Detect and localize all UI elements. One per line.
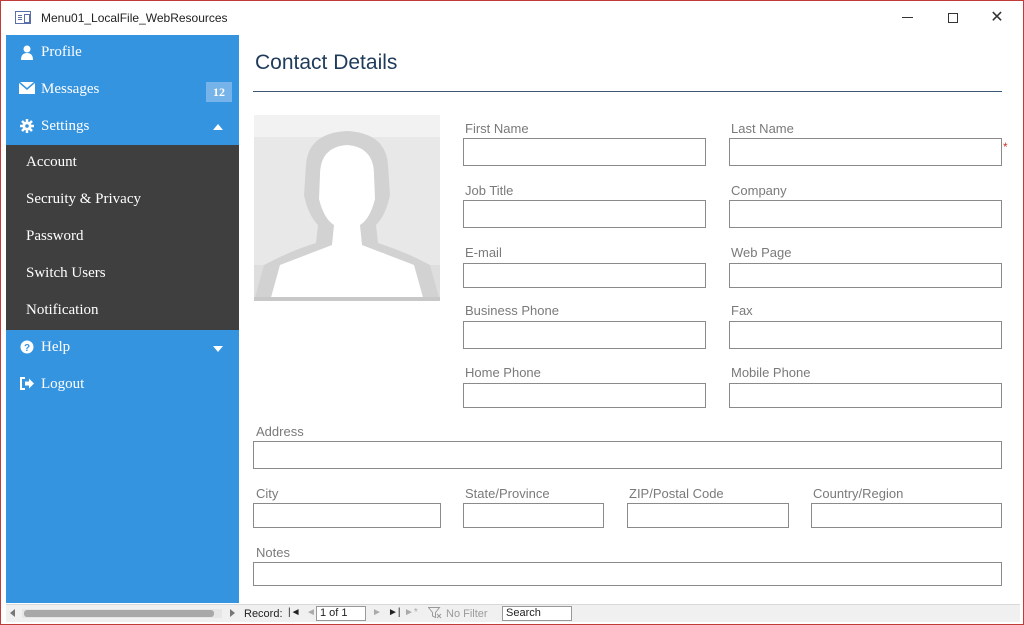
form-app-icon	[15, 11, 31, 24]
mobile-phone-field[interactable]	[729, 383, 1002, 408]
business-phone-label: Business Phone	[465, 303, 559, 318]
state-label: State/Province	[465, 486, 550, 501]
sidebar-item-profile[interactable]: Profile	[6, 35, 239, 72]
app-window: Menu01_LocalFile_WebResources ✕ Profile …	[0, 0, 1024, 625]
minimize-icon	[901, 17, 913, 19]
submenu-item-label: Switch Users	[26, 265, 106, 281]
sidebar-menu: Profile Messages 12 Settings Account Sec…	[6, 35, 239, 603]
last-name-field[interactable]	[729, 138, 1002, 166]
web-page-field[interactable]	[729, 263, 1002, 288]
sidebar-item-label: Help	[41, 339, 71, 355]
required-indicator: *	[1003, 140, 1008, 154]
address-field[interactable]	[253, 441, 1002, 469]
contact-photo[interactable]	[254, 115, 440, 301]
no-filter-label[interactable]: No Filter	[446, 608, 488, 620]
first-name-label: First Name	[465, 121, 529, 136]
page-title: Contact Details	[255, 51, 398, 74]
email-label: E-mail	[465, 245, 502, 260]
submenu-item-notification[interactable]: Notification	[6, 293, 239, 330]
zip-field[interactable]	[627, 503, 789, 528]
country-field[interactable]	[811, 503, 1002, 528]
scroll-right-arrow-icon[interactable]	[230, 609, 235, 617]
home-phone-label: Home Phone	[465, 365, 541, 380]
submenu-item-label: Password	[26, 228, 84, 244]
submenu-item-security-privacy[interactable]: Secruity & Privacy	[6, 182, 239, 219]
chevron-down-icon	[213, 346, 223, 352]
business-phone-field[interactable]	[463, 321, 706, 349]
city-field[interactable]	[253, 503, 441, 528]
window-title: Menu01_LocalFile_WebResources	[41, 11, 228, 25]
question-icon: ?	[19, 340, 35, 356]
sidebar-item-settings[interactable]: Settings	[6, 109, 239, 146]
company-label: Company	[731, 183, 787, 198]
notes-label: Notes	[256, 545, 290, 560]
email-field[interactable]	[463, 263, 706, 288]
filter-icon[interactable]	[427, 607, 442, 619]
person-placeholder-image	[254, 115, 440, 301]
sidebar-item-label: Profile	[41, 44, 82, 60]
submenu-item-switch-users[interactable]: Switch Users	[6, 256, 239, 293]
sidebar-item-label: Settings	[41, 118, 90, 134]
first-name-field[interactable]	[463, 138, 706, 166]
fax-field[interactable]	[729, 321, 1002, 349]
close-button[interactable]: ✕	[975, 5, 1019, 31]
company-field[interactable]	[729, 200, 1002, 228]
search-input[interactable]: Search	[502, 606, 572, 621]
mobile-phone-label: Mobile Phone	[731, 365, 811, 380]
sidebar-item-logout[interactable]: Logout	[6, 367, 239, 404]
maximize-icon	[948, 12, 958, 23]
zip-label: ZIP/Postal Code	[629, 486, 724, 501]
last-record-icon[interactable]: ►|	[388, 607, 401, 618]
title-divider	[253, 91, 1002, 92]
notes-field[interactable]	[253, 562, 1002, 586]
svg-text:?: ?	[24, 343, 30, 354]
sign-out-icon	[19, 377, 35, 393]
sidebar-item-messages[interactable]: Messages 12	[6, 72, 239, 109]
submenu-item-password[interactable]: Password	[6, 219, 239, 256]
home-phone-field[interactable]	[463, 383, 706, 408]
user-icon	[19, 45, 35, 61]
web-page-label: Web Page	[731, 245, 792, 260]
submenu-item-account[interactable]: Account	[6, 145, 239, 182]
maximize-button[interactable]	[931, 5, 975, 31]
title-bar: Menu01_LocalFile_WebResources ✕	[1, 1, 1023, 35]
minimize-button[interactable]	[885, 5, 929, 31]
job-title-field[interactable]	[463, 200, 706, 228]
scroll-left-arrow-icon[interactable]	[10, 609, 15, 617]
chevron-up-icon	[213, 124, 223, 130]
country-label: Country/Region	[813, 486, 904, 501]
sidebar-item-help[interactable]: ? Help	[6, 330, 239, 367]
messages-count-badge: 12	[206, 82, 232, 102]
sidebar-item-label: Logout	[41, 376, 85, 392]
address-label: Address	[256, 424, 304, 439]
record-navigation-bar: Record: |◄ ◄ 1 of 1 ► ►| ►* No Filter Se…	[6, 604, 1020, 622]
job-title-label: Job Title	[465, 183, 514, 198]
submenu-item-label: Notification	[26, 302, 99, 318]
sidebar-item-label: Messages	[41, 81, 100, 97]
scrollbar-thumb[interactable]	[24, 610, 214, 617]
submenu-item-label: Secruity & Privacy	[26, 191, 141, 207]
settings-submenu: Account Secruity & Privacy Password Swit…	[6, 145, 239, 330]
envelope-icon	[18, 81, 36, 98]
submenu-item-label: Account	[26, 154, 77, 170]
state-field[interactable]	[463, 503, 604, 528]
fax-label: Fax	[731, 303, 753, 318]
previous-record-icon[interactable]: ◄	[306, 607, 316, 618]
gear-icon	[19, 119, 35, 135]
first-record-icon[interactable]: |◄	[288, 607, 301, 618]
current-record-field[interactable]: 1 of 1	[316, 606, 366, 621]
new-record-icon[interactable]: ►*	[404, 607, 418, 618]
record-label: Record:	[244, 608, 283, 620]
last-name-label: Last Name	[731, 121, 794, 136]
next-record-icon[interactable]: ►	[372, 607, 382, 618]
close-icon: ✕	[990, 9, 1004, 26]
city-label: City	[256, 486, 279, 501]
